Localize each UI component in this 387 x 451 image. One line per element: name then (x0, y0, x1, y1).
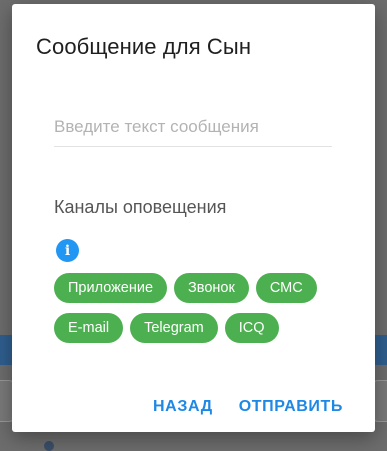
message-dialog: Сообщение для Сын Каналы оповещения i Пр… (12, 4, 375, 432)
chip-row: E-mail Telegram ICQ (54, 313, 354, 343)
chip-call[interactable]: Звонок (174, 273, 249, 303)
chip-telegram[interactable]: Telegram (130, 313, 218, 343)
back-button[interactable]: НАЗАД (153, 398, 213, 416)
background-indicator (44, 441, 54, 451)
chip-app[interactable]: Приложение (54, 273, 168, 303)
chip-sms[interactable]: СМС (255, 273, 317, 303)
channel-chips: Приложение Звонок СМС E-mail Telegram IC… (54, 273, 354, 353)
channels-section-title: Каналы оповещения (54, 197, 227, 217)
message-input[interactable] (54, 112, 332, 142)
chip-row: Приложение Звонок СМС (54, 273, 354, 303)
info-icon[interactable]: i (56, 239, 79, 262)
chip-icq[interactable]: ICQ (224, 313, 279, 343)
dialog-actions: НАЗАД ОТПРАВИТЬ (153, 398, 343, 416)
message-input-container (54, 112, 332, 147)
chip-email[interactable]: E-mail (54, 313, 124, 343)
send-button[interactable]: ОТПРАВИТЬ (239, 398, 343, 416)
dialog-title: Сообщение для Сын (36, 34, 252, 59)
